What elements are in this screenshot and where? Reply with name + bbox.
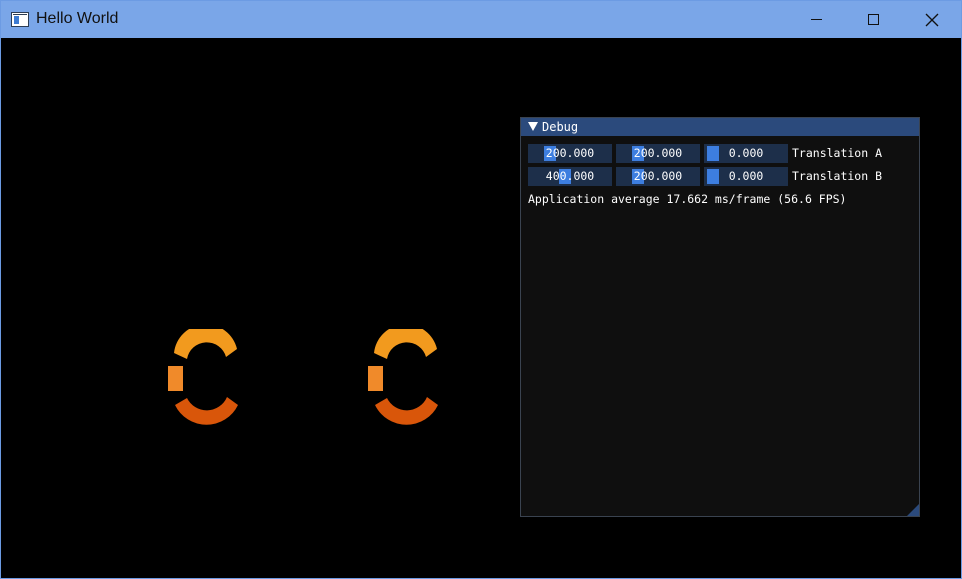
title-bar[interactable]: Hello World	[1, 1, 961, 38]
minimize-button[interactable]	[787, 1, 845, 38]
logo-texture-a	[168, 329, 238, 425]
translation-b-row: 400.000 200.000 0.000 Translation B	[521, 167, 919, 187]
translation-a-label: Translation A	[792, 146, 883, 160]
logo-texture-b	[368, 329, 438, 425]
translation-a-y-field[interactable]: 200.000	[616, 144, 700, 163]
translation-a-x-field[interactable]: 200.000	[528, 144, 612, 163]
fps-readout: Application average 17.662 ms/frame (56.…	[528, 192, 847, 206]
maximize-button[interactable]	[844, 1, 902, 38]
translation-b-z-field[interactable]: 0.000	[704, 167, 788, 186]
translation-b-label: Translation B	[792, 169, 883, 183]
translation-b-y-field[interactable]: 200.000	[616, 167, 700, 186]
translation-b-x-field[interactable]: 400.000	[528, 167, 612, 186]
minimize-icon	[810, 19, 822, 20]
debug-panel[interactable]: Debug 200.000 200.000 0.000 Translation …	[520, 117, 920, 517]
close-icon	[925, 13, 939, 26]
resize-grip[interactable]	[907, 504, 919, 516]
app-window: Hello World Debug 200.000 200.000 0.000 …	[0, 0, 962, 579]
debug-title: Debug	[542, 120, 579, 134]
maximize-icon	[867, 14, 879, 25]
window-app-icon	[11, 12, 29, 27]
translation-a-z-field[interactable]: 0.000	[704, 144, 788, 163]
window-title: Hello World	[36, 10, 119, 27]
translation-a-row: 200.000 200.000 0.000 Translation A	[521, 144, 919, 164]
collapse-arrow-icon[interactable]	[528, 122, 538, 131]
debug-title-bar[interactable]: Debug	[521, 118, 919, 136]
close-button[interactable]	[903, 1, 961, 38]
